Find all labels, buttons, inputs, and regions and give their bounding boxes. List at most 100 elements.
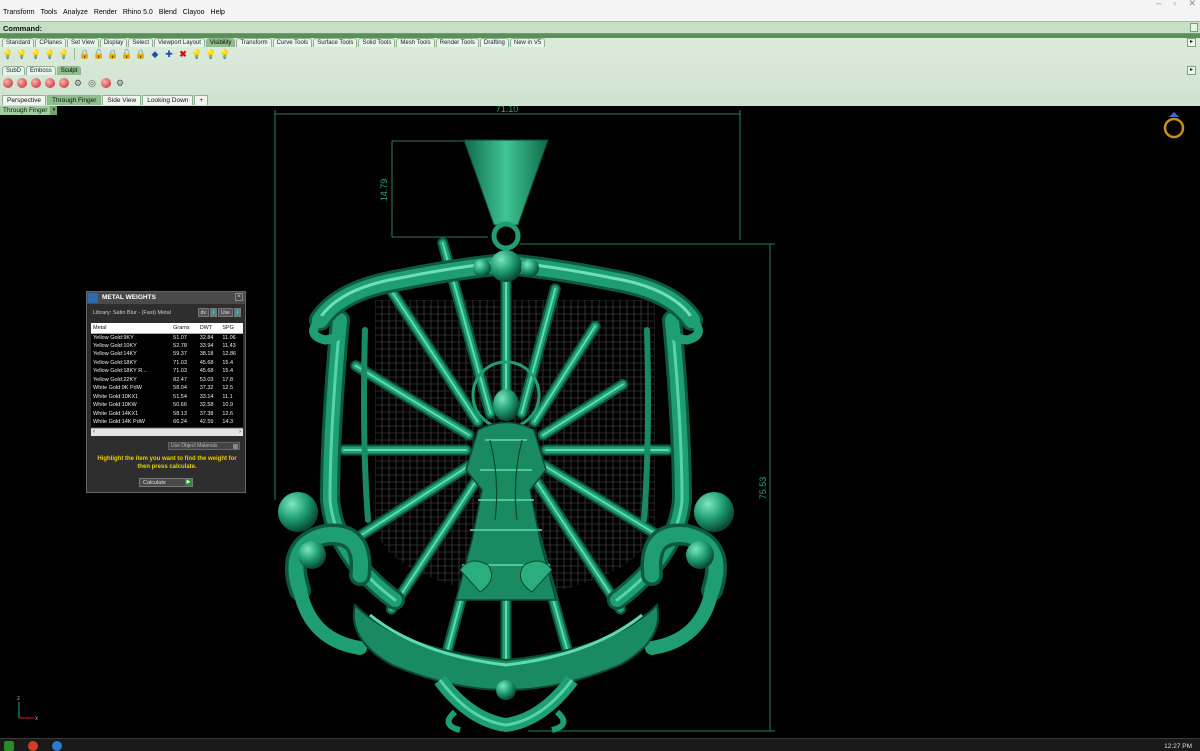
viewport-tab-side-view[interactable]: Side View: [102, 95, 142, 105]
command-history-button[interactable]: [1190, 23, 1198, 32]
chrome-icon[interactable]: [28, 741, 38, 751]
unlock-icon[interactable]: 🔓: [93, 48, 105, 60]
delete-icon[interactable]: ✖: [177, 48, 189, 60]
table-row[interactable]: Yellow Gold:14KY 59.37 38.18 12.86: [91, 350, 243, 359]
hide-details-icon[interactable]: 💡: [205, 48, 217, 60]
show-details-icon[interactable]: 💡: [219, 48, 231, 60]
table-row[interactable]: Yellow Gold:18KY 71.03 45.68 15.4: [91, 358, 243, 367]
plugin-tab-subd[interactable]: SubD: [2, 66, 26, 75]
table-row[interactable]: Yellow Gold:10KY 52.78 33.94 11.43: [91, 341, 243, 350]
table-row[interactable]: White Gold:14KX1 58.13 37.38 12.6: [91, 409, 243, 418]
ring-view-icon[interactable]: [1163, 112, 1185, 139]
show-points-icon[interactable]: 💡: [58, 48, 70, 60]
toolbar-tab-new-in-v5[interactable]: New in V5: [509, 38, 546, 47]
sculpt-smooth-icon[interactable]: [31, 78, 41, 88]
close-icon[interactable]: ✕: [1188, 0, 1196, 9]
toolbar-tab-standard[interactable]: Standard: [2, 38, 35, 47]
sculpt-inflate-icon[interactable]: [17, 78, 27, 88]
table-row[interactable]: Yellow Gold:9KY 51.07 32.84 11.06: [91, 333, 243, 342]
toolbar-tabs-scroll-icon[interactable]: ▸: [1187, 38, 1196, 47]
viewport-menu-chevron-icon[interactable]: ▾: [50, 106, 58, 115]
unlock-selected-icon[interactable]: 🔓: [121, 48, 133, 60]
close-icon[interactable]: ×: [235, 293, 243, 301]
viewport-tab-through-finger[interactable]: Through Finger: [46, 95, 102, 105]
lock-icon[interactable]: 🔒: [79, 48, 91, 60]
plugin-tab-emboss[interactable]: Emboss: [26, 66, 56, 75]
jump-ring: [491, 221, 521, 251]
scroll-left-icon[interactable]: ‹: [93, 429, 95, 436]
start-icon[interactable]: [4, 741, 14, 751]
menu-item-help[interactable]: Help: [211, 9, 225, 16]
toolbar-tab-mesh-tools[interactable]: Mesh Tools: [396, 38, 435, 47]
toolbar-tab-viewport-layout[interactable]: Viewport Layout: [154, 38, 205, 47]
toolbar-tab-curve-tools[interactable]: Curve Tools: [272, 38, 313, 47]
column-header-dwt[interactable]: DWT: [197, 323, 221, 334]
table-row[interactable]: Yellow Gold:18KY R... 71.03 45.68 15.4: [91, 367, 243, 376]
table-row[interactable]: White Gold:10KW 50.66 32.58 10.9: [91, 401, 243, 410]
use-object-materials-checkbox[interactable]: Use Object Materials: [168, 442, 240, 450]
toolbar-tab-solid-tools[interactable]: Solid Tools: [358, 38, 396, 47]
maximize-icon[interactable]: ▫: [1173, 0, 1176, 9]
column-header-spg[interactable]: SPG: [220, 323, 243, 334]
toolbar-tab-render-tools[interactable]: Render Tools: [435, 38, 479, 47]
column-header-grams[interactable]: Grams: [171, 323, 198, 334]
plugin-tab-sculpt[interactable]: Sculpt: [56, 66, 82, 75]
plugin-tabs-scroll-icon[interactable]: ▸: [1187, 66, 1196, 75]
add-viewport-tab[interactable]: +: [194, 95, 209, 105]
show-in-view-icon[interactable]: 💡: [191, 48, 203, 60]
menu-item-analyze[interactable]: Analyze: [63, 9, 88, 16]
calculate-button[interactable]: Calculate ▶: [139, 478, 193, 487]
checkbox-box[interactable]: [233, 444, 238, 449]
sculpt-grab-icon[interactable]: ⚙: [72, 77, 84, 89]
toolbar-tab-set-view[interactable]: Set View: [67, 38, 99, 47]
library-control-1[interactable]: i: [209, 308, 217, 317]
sculpt-mask-icon[interactable]: ◎: [86, 77, 98, 89]
hide-bulb-icon[interactable]: 💡: [16, 48, 28, 60]
library-control-0[interactable]: dv: [197, 308, 209, 317]
play-icon[interactable]: ▶: [185, 479, 192, 486]
table-horizontal-scrollbar[interactable]: ‹ ›: [91, 428, 243, 436]
viewport-tab-looking-down[interactable]: Looking Down: [142, 95, 194, 105]
viewport-label[interactable]: Through Finger ▾: [0, 106, 58, 115]
table-row[interactable]: White Gold:14K PdW 66.24 42.59 14.3: [91, 418, 243, 427]
lock-selected-icon[interactable]: 🔒: [107, 48, 119, 60]
menu-item-transform[interactable]: Transform: [3, 9, 35, 16]
table-row[interactable]: White Gold:10KX1 51.54 33.14 11.1: [91, 392, 243, 401]
toolbar-tab-display[interactable]: Display: [99, 38, 128, 47]
menu-item-tools[interactable]: Tools: [41, 9, 57, 16]
table-cell: Yellow Gold:22KY: [91, 375, 172, 384]
show-bulb-icon[interactable]: 💡: [2, 48, 14, 60]
metal-weights-header[interactable]: METAL WEIGHTS ×: [87, 292, 245, 304]
sculpt-flatten-icon[interactable]: [45, 78, 55, 88]
library-control-3[interactable]: i: [233, 308, 241, 317]
hide-in-view-icon[interactable]: ✚: [163, 48, 175, 60]
viewport-tab-perspective[interactable]: Perspective: [2, 95, 46, 105]
viewport-name[interactable]: Through Finger: [0, 106, 51, 115]
menu-item-render[interactable]: Render: [94, 9, 117, 16]
menu-item-blend[interactable]: Blend: [159, 9, 177, 16]
sculpt-pinch-icon[interactable]: [59, 78, 69, 88]
table-row[interactable]: White Gold:9K PdW 58.04 37.32 12.5: [91, 384, 243, 393]
sculpt-brush-icon[interactable]: [3, 78, 13, 88]
menu-item-rhino-5-0[interactable]: Rhino 5.0: [123, 9, 153, 16]
toolbar-tab-visibility[interactable]: Visibility: [205, 38, 236, 47]
toolbar-tab-surface-tools[interactable]: Surface Tools: [313, 38, 358, 47]
sculpt-settings-icon[interactable]: ⚙: [114, 77, 126, 89]
toolbar-tab-select[interactable]: Select: [128, 38, 153, 47]
scroll-right-icon[interactable]: ›: [239, 429, 241, 436]
ie-icon[interactable]: [52, 741, 62, 751]
command-line[interactable]: Command:: [0, 21, 1200, 34]
lock-swap-icon[interactable]: 🔒: [135, 48, 147, 60]
toolbar-tab-transform[interactable]: Transform: [236, 38, 272, 47]
column-header-metal[interactable]: Metal: [91, 323, 172, 334]
toolbar-tab-drafting[interactable]: Drafting: [479, 38, 509, 47]
library-control-2[interactable]: Use: [217, 308, 233, 317]
sculpt-reset-icon[interactable]: [101, 78, 111, 88]
table-row[interactable]: Yellow Gold:22KY 82.47 53.03 17.8: [91, 375, 243, 384]
show-selected-icon[interactable]: 💡: [30, 48, 42, 60]
menu-item-clayoo[interactable]: Clayoo: [183, 9, 205, 16]
minimize-icon[interactable]: –: [1156, 0, 1161, 9]
toolbar-tab-cplanes[interactable]: CPlanes: [35, 38, 67, 47]
isolate-icon[interactable]: ◆: [149, 48, 161, 60]
hide-swap-icon[interactable]: 💡: [44, 48, 56, 60]
